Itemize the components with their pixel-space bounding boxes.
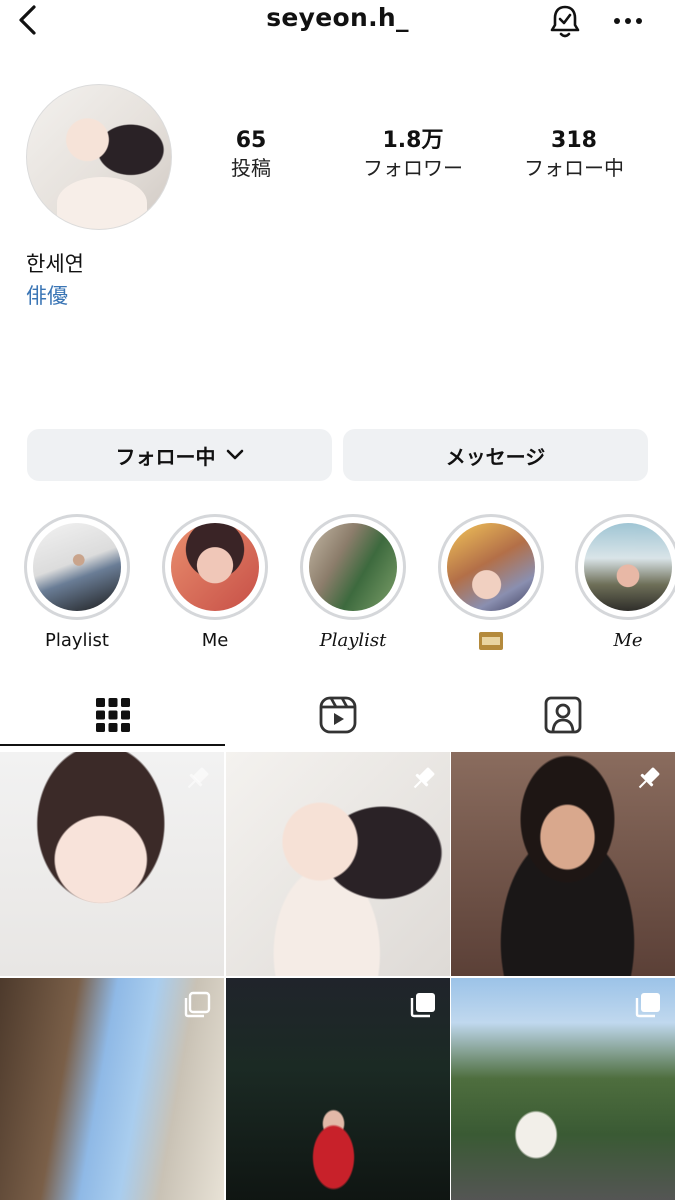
story-highlight[interactable]: Playlist (24, 514, 130, 651)
highlight-label: Playlist (319, 630, 387, 651)
post-thumbnail[interactable] (451, 978, 675, 1200)
story-highlight[interactable] (438, 514, 544, 651)
notifications-button[interactable] (545, 2, 585, 40)
active-tab-indicator (0, 744, 225, 746)
following-button-label: フォロー中 (115, 444, 216, 469)
pin-icon (187, 767, 209, 789)
display-name: 한세연 (26, 252, 84, 276)
highlight-label: Me (613, 630, 643, 651)
chevron-down-icon (226, 449, 243, 460)
following-label: フォロー中 (524, 156, 624, 180)
following-count: 318 (551, 128, 597, 153)
posts-count: 65 (235, 128, 267, 153)
message-button-label: メッセージ (445, 444, 546, 469)
pin-icon (638, 767, 660, 789)
post-thumbnail[interactable] (0, 978, 224, 1200)
carousel-icon (635, 993, 660, 1018)
post-thumbnail[interactable] (0, 752, 224, 976)
carousel-icon (184, 991, 211, 1018)
stat-followers[interactable]: 1.8万 フォロワー (338, 127, 488, 181)
posts-label: 投稿 (231, 156, 271, 180)
stat-posts[interactable]: 65 投稿 (176, 127, 326, 181)
film-icon (479, 632, 503, 650)
more-options-button[interactable] (608, 2, 648, 40)
top-bar: seyeon.h_ (0, 0, 675, 44)
story-highlight[interactable]: Me (162, 514, 268, 651)
following-button[interactable]: フォロー中 (27, 429, 332, 481)
tab-posts-grid[interactable] (0, 684, 225, 746)
highlight-cover (309, 523, 397, 611)
reels-icon (319, 696, 356, 734)
message-button[interactable]: メッセージ (343, 429, 648, 481)
followers-count: 1.8万 (382, 128, 444, 153)
story-highlight[interactable]: Me (575, 514, 675, 651)
profile-tabs (0, 684, 675, 746)
highlight-label: Me (201, 630, 229, 651)
more-horizontal-icon (614, 18, 642, 24)
followers-label: フォロワー (363, 156, 463, 180)
highlight-cover (33, 523, 121, 611)
highlight-cover (584, 523, 672, 611)
tab-tagged[interactable] (450, 684, 675, 746)
tagged-person-icon (544, 696, 581, 734)
tab-reels[interactable] (225, 684, 450, 746)
profile-avatar[interactable] (26, 84, 172, 230)
pin-icon (413, 767, 435, 789)
highlight-cover (447, 523, 535, 611)
story-highlight[interactable]: Playlist (300, 514, 406, 651)
profile-category: 俳優 (26, 284, 68, 308)
post-thumbnail[interactable] (226, 978, 450, 1200)
stat-following[interactable]: 318 フォロー中 (499, 127, 649, 181)
highlight-cover (171, 523, 259, 611)
post-thumbnail[interactable] (451, 752, 675, 976)
post-thumbnail[interactable] (226, 752, 450, 976)
highlight-label: Playlist (45, 630, 109, 651)
carousel-icon (410, 993, 435, 1018)
bell-check-icon (550, 5, 580, 38)
grid-icon (95, 698, 130, 732)
